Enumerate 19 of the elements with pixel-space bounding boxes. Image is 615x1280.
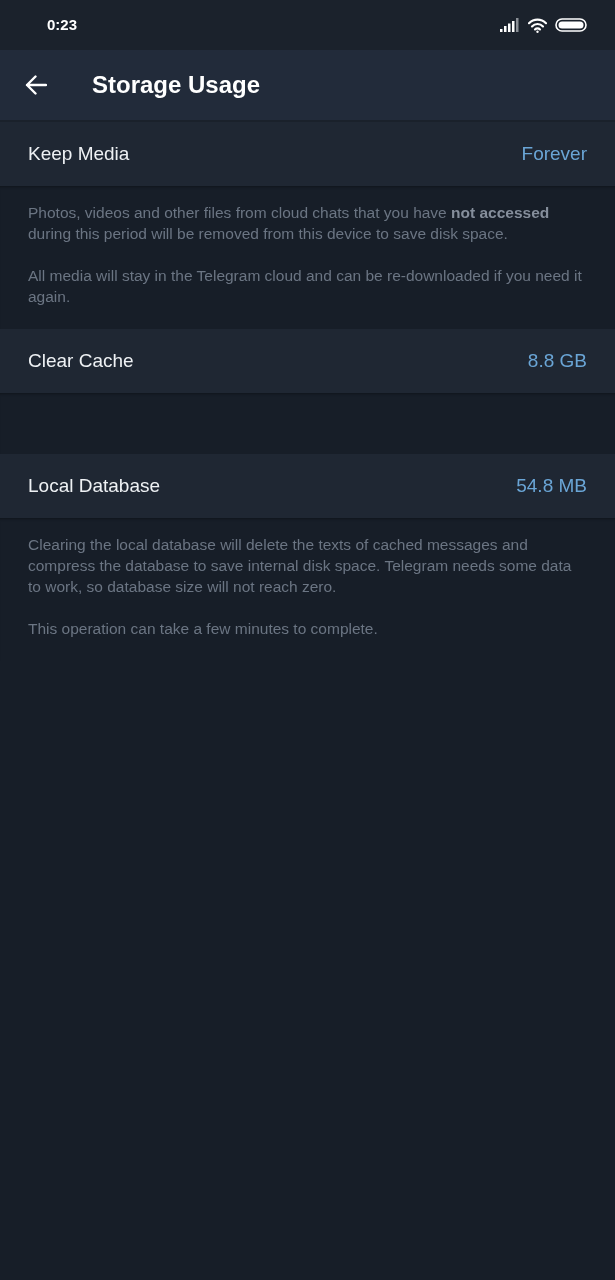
setting-value: 8.8 GB <box>527 348 587 373</box>
back-arrow-icon <box>25 75 47 95</box>
setting-row[interactable]: Keep Media Forever <box>0 122 615 186</box>
setting-row[interactable]: Clear Cache 8.8 GB <box>0 329 615 393</box>
setting-value: Forever <box>521 141 587 166</box>
status-time: 0:23 <box>47 14 78 35</box>
info-text: Photos, videos and other files from cloud chats that you have not accessed during this period will be removed from this device to save disk space. <box>28 203 551 244</box>
wifi-icon <box>528 17 547 33</box>
setting-row[interactable]: Local Database 54.8 MB <box>0 454 615 518</box>
battery-icon <box>555 18 587 32</box>
info-text: Clearing the local database will delete the texts of cached messages and compress the database to save internal disk space. Telegram needs some data to work, so database size will not reach zero. <box>28 535 573 597</box>
screen-title: Storage Usage <box>92 70 261 100</box>
setting-label: Keep Media <box>28 141 130 166</box>
setting-value: 54.8 MB <box>516 473 587 498</box>
info-text: All media will stay in the Telegram cloud and can be re-downloaded if you need it again. <box>28 266 583 307</box>
signal-icon <box>500 18 520 32</box>
info-text: This operation can take a few minutes to complete. <box>28 619 379 639</box>
setting-label: Local Database <box>28 473 161 498</box>
setting-label: Clear Cache <box>28 348 134 373</box>
